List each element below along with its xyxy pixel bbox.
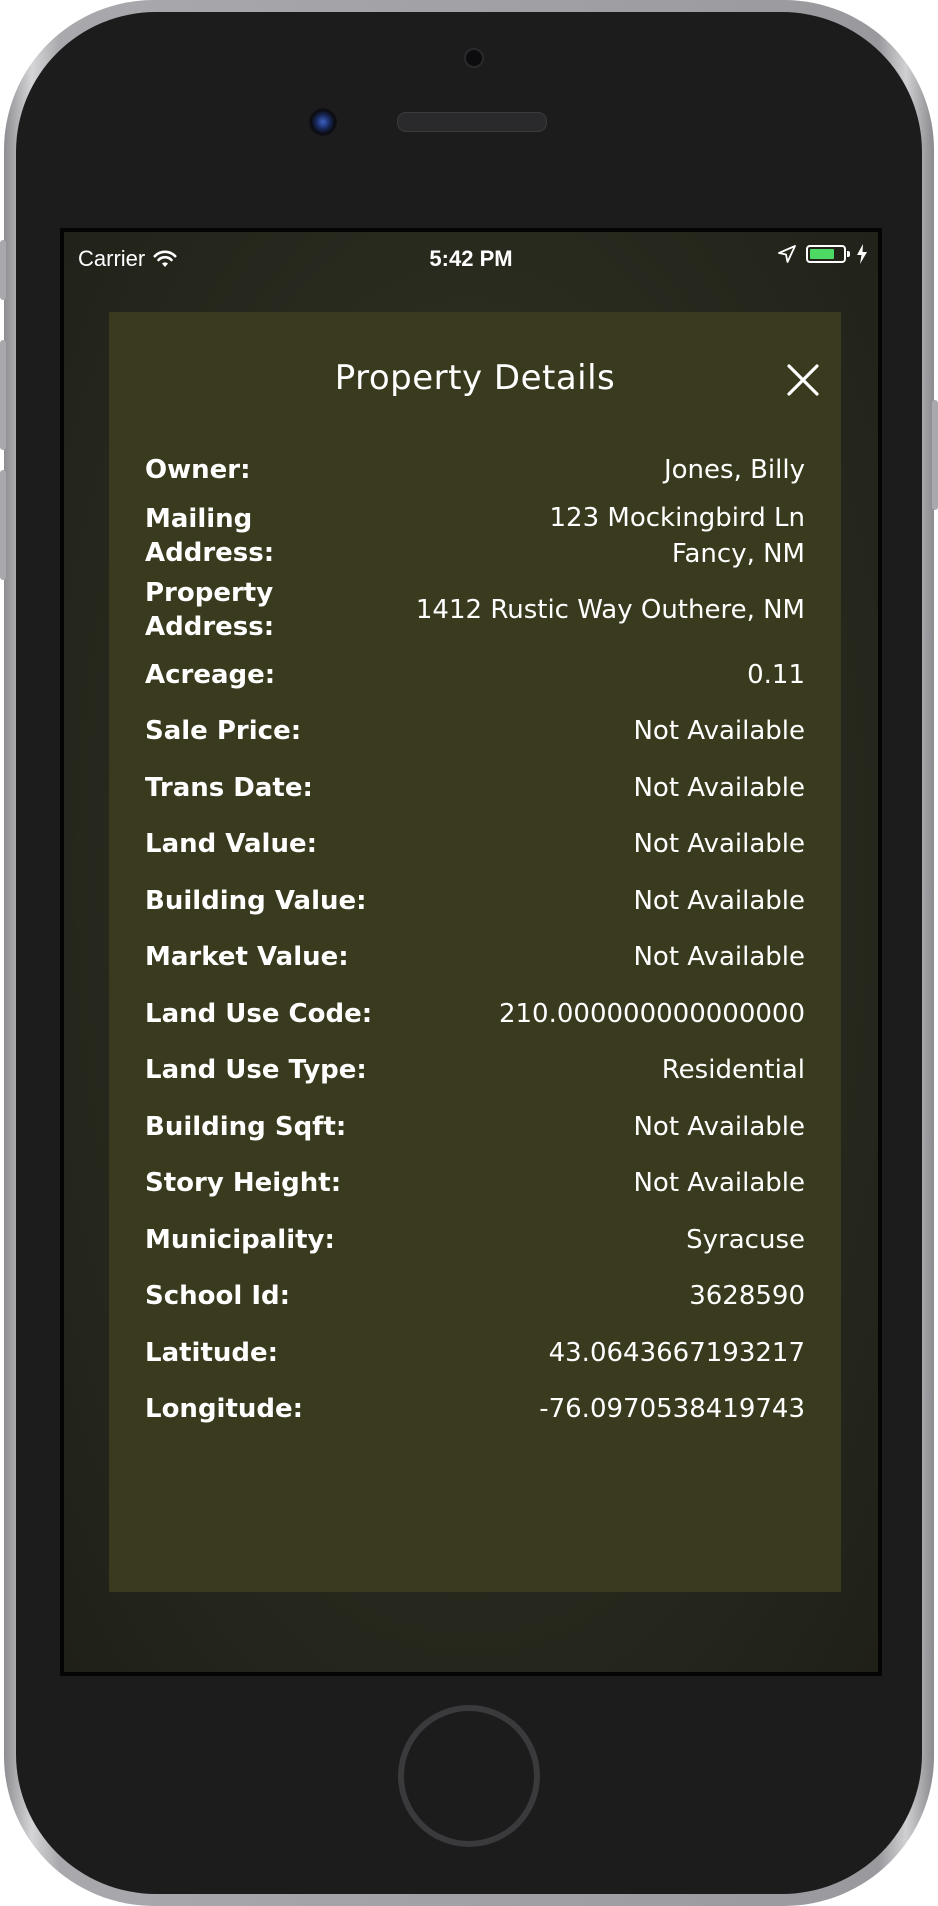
detail-row-municipality: Municipality: Syracuse (145, 1212, 805, 1269)
detail-row-mailing-address: Mailing Address: 123 Mockingbird Ln Fanc… (145, 499, 805, 573)
power-button (932, 400, 938, 510)
detail-label: Land Use Code: (145, 998, 373, 1029)
detail-value: 43.0643667193217 (548, 1337, 805, 1368)
detail-row-trans-date: Trans Date: Not Available (145, 760, 805, 817)
details-list: Owner: Jones, Billy Mailing Address: 123… (145, 442, 805, 1438)
status-time: 5:42 PM (429, 246, 513, 271)
mute-switch (0, 240, 6, 300)
detail-label: Land Use Type: (145, 1055, 367, 1086)
panel-title: Property Details (334, 358, 616, 398)
detail-value: 1412 Rustic Way Outhere, NM (415, 594, 805, 625)
close-icon[interactable] (785, 362, 821, 398)
proximity-sensor (309, 108, 337, 136)
detail-label: Acreage: (145, 659, 276, 690)
detail-value: Not Available (633, 1168, 805, 1199)
detail-label: Land Value: (145, 829, 317, 860)
detail-value: Jones, Billy (663, 455, 805, 486)
detail-label: Market Value: (145, 942, 349, 973)
detail-row-building-value: Building Value: Not Available (145, 873, 805, 930)
detail-row-sale-price: Sale Price: Not Available (145, 703, 805, 760)
volume-down-button (0, 470, 6, 580)
detail-value: Syracuse (686, 1224, 805, 1255)
detail-label: Mailing Address: (145, 503, 275, 568)
front-camera (464, 48, 484, 68)
detail-label: Trans Date: (145, 772, 313, 803)
detail-label: Longitude: (145, 1394, 304, 1425)
detail-row-acreage: Acreage: 0.11 (145, 647, 805, 704)
detail-label: Building Sqft: (145, 1111, 347, 1142)
detail-value: Not Available (633, 1111, 805, 1142)
detail-row-land-use-code: Land Use Code: 210.000000000000000 (145, 986, 805, 1043)
detail-row-property-address: Property Address: 1412 Rustic Way Outher… (145, 573, 805, 647)
detail-row-school-id: School Id: 3628590 (145, 1268, 805, 1325)
earpiece-speaker (397, 112, 547, 132)
home-button[interactable] (398, 1705, 540, 1847)
detail-value: Not Available (633, 885, 805, 916)
detail-value: 123 Mockingbird Ln Fancy, NM (549, 502, 805, 569)
detail-label: Story Height: (145, 1168, 342, 1199)
detail-row-market-value: Market Value: Not Available (145, 929, 805, 986)
detail-label: School Id: (145, 1281, 291, 1312)
status-bar: Carrier 5:42 PM (64, 232, 878, 288)
device-screen: Carrier 5:42 PM Property Details Owner: … (60, 228, 882, 1676)
detail-label: Latitude: (145, 1337, 279, 1368)
detail-value: 210.000000000000000 (498, 998, 805, 1029)
battery-icon (806, 245, 850, 263)
detail-row-longitude: Longitude: -76.0970538419743 (145, 1381, 805, 1438)
status-right (778, 244, 868, 264)
detail-label: Property Address: (145, 577, 275, 642)
volume-up-button (0, 340, 6, 450)
battery-tip (847, 251, 850, 257)
detail-row-building-sqft: Building Sqft: Not Available (145, 1099, 805, 1156)
detail-label: Building Value: (145, 885, 367, 916)
property-details-panel: Property Details Owner: Jones, Billy Mai… (109, 312, 841, 1592)
detail-label: Sale Price: (145, 716, 302, 747)
detail-row-story-height: Story Height: Not Available (145, 1155, 805, 1212)
detail-value: Not Available (633, 772, 805, 803)
detail-value: Not Available (633, 942, 805, 973)
detail-value: Not Available (633, 716, 805, 747)
detail-row-land-use-type: Land Use Type: Residential (145, 1042, 805, 1099)
detail-value: -76.0970538419743 (539, 1394, 805, 1425)
detail-value: 3628590 (689, 1281, 805, 1312)
detail-label: Municipality: (145, 1224, 335, 1255)
detail-row-latitude: Latitude: 43.0643667193217 (145, 1325, 805, 1382)
location-arrow-icon (778, 245, 796, 263)
detail-value: 0.11 (747, 659, 805, 690)
detail-value: Not Available (633, 829, 805, 860)
detail-value: Residential (661, 1055, 805, 1086)
battery-level (810, 249, 834, 259)
charging-bolt-icon (857, 244, 867, 264)
detail-row-land-value: Land Value: Not Available (145, 816, 805, 873)
phone-frame: Carrier 5:42 PM Property Details Owner: … (0, 0, 938, 1906)
detail-row-owner: Owner: Jones, Billy (145, 442, 805, 499)
detail-label: Owner: (145, 455, 251, 486)
